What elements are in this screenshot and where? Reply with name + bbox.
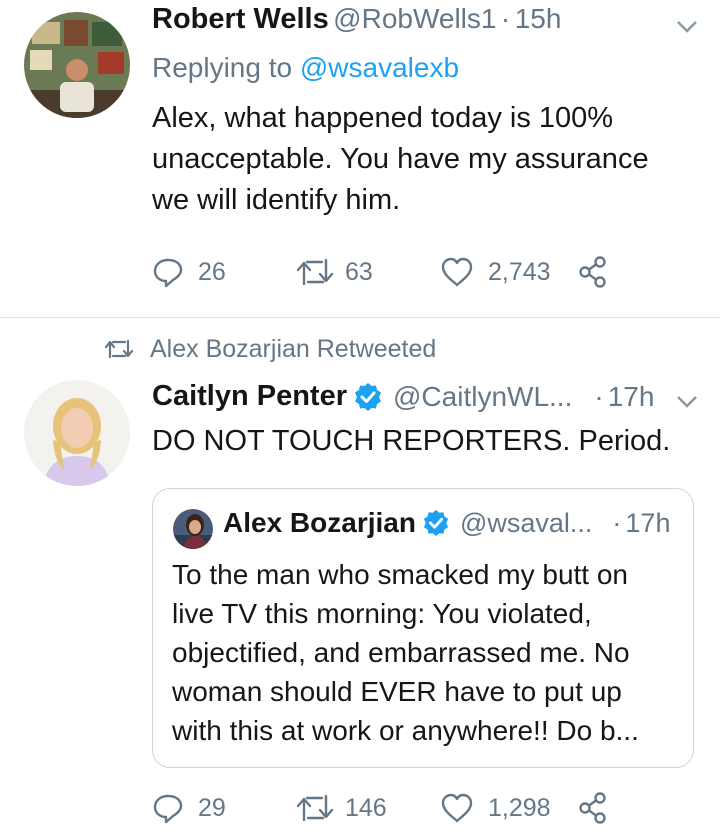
quoted-tweet-text: To the man who smacked my butt on live T… xyxy=(172,559,639,746)
chevron-down-icon[interactable] xyxy=(675,393,699,411)
share-icon xyxy=(579,792,606,824)
quoted-tweet-header: Alex Bozarjian @wsaval... · 17h xyxy=(223,507,670,539)
tweet2-actions: 29 146 1,298 xyxy=(152,788,622,828)
share-button[interactable] xyxy=(578,788,608,828)
avatar-caitlyn-penter[interactable] xyxy=(24,380,130,486)
retweet-button[interactable]: 146 xyxy=(295,788,387,828)
tweet2-time[interactable]: 17h xyxy=(608,381,655,413)
retweet-icon xyxy=(296,794,334,822)
quoted-time: 17h xyxy=(625,507,671,538)
reply-icon xyxy=(153,794,183,824)
share-button[interactable] xyxy=(578,252,608,292)
avatar-robert-wells[interactable] xyxy=(24,12,130,118)
reply-icon xyxy=(153,258,183,288)
quoted-author-handle: @wsaval... xyxy=(459,507,593,538)
like-button[interactable]: 2,743 xyxy=(440,252,551,292)
dot-separator: · xyxy=(594,380,604,412)
tweet1-replying-to: Replying to @wsavalexb xyxy=(152,52,459,84)
replying-to-label: Replying to xyxy=(152,52,293,83)
retweeted-indicator: Alex Bozarjian Retweeted xyxy=(104,332,436,366)
tweet1-author-handle[interactable]: @RobWells1 xyxy=(333,3,496,34)
tweet2-author-handle[interactable]: @CaitlynWL... xyxy=(393,381,572,413)
tweet2-author-name[interactable]: Caitlyn Penter xyxy=(152,380,347,413)
tweet2-text: DO NOT TOUCH REPORTERS. Period. xyxy=(152,425,671,457)
heart-icon xyxy=(441,793,473,823)
retweet-count: 63 xyxy=(345,257,373,286)
quoted-tweet-card[interactable]: Alex Bozarjian @wsaval... · 17h To the m… xyxy=(152,488,694,768)
like-count: 1,298 xyxy=(488,793,551,822)
verified-badge-icon xyxy=(355,382,381,411)
tweet-divider xyxy=(0,317,720,318)
reply-button[interactable]: 29 xyxy=(152,788,226,828)
like-count: 2,743 xyxy=(488,257,551,286)
chevron-down-icon[interactable] xyxy=(675,18,699,36)
like-button[interactable]: 1,298 xyxy=(440,788,551,828)
tweet1-time[interactable]: 15h xyxy=(515,3,562,34)
share-icon xyxy=(579,256,606,288)
dot-separator: · xyxy=(612,507,622,538)
retweet-button[interactable]: 63 xyxy=(295,252,373,292)
retweeted-by-label[interactable]: Alex Bozarjian Retweeted xyxy=(150,335,436,364)
reply-count: 29 xyxy=(198,793,226,822)
retweet-count: 146 xyxy=(345,793,387,822)
tweet1-header: Robert Wells @RobWells1 · 15h xyxy=(152,3,561,36)
dot-separator: · xyxy=(500,3,511,34)
avatar-alex-bozarjian[interactable] xyxy=(173,509,213,549)
tweet1-text: Alex, what happened today is 100% unacce… xyxy=(152,102,649,216)
replying-to-handle[interactable]: @wsavalexb xyxy=(300,52,459,83)
verified-badge-icon xyxy=(423,509,449,537)
reply-count: 26 xyxy=(198,257,226,286)
retweet-small-icon xyxy=(104,339,134,359)
quoted-author-name: Alex Bozarjian xyxy=(223,507,416,538)
tweet1-author-name[interactable]: Robert Wells xyxy=(152,3,329,35)
heart-icon xyxy=(441,257,473,287)
tweet1-actions: 26 63 2,743 xyxy=(152,252,622,292)
retweet-icon xyxy=(296,258,334,286)
tweet2-header: Caitlyn Penter @CaitlynWL... · 17h xyxy=(152,380,654,413)
reply-button[interactable]: 26 xyxy=(152,252,226,292)
